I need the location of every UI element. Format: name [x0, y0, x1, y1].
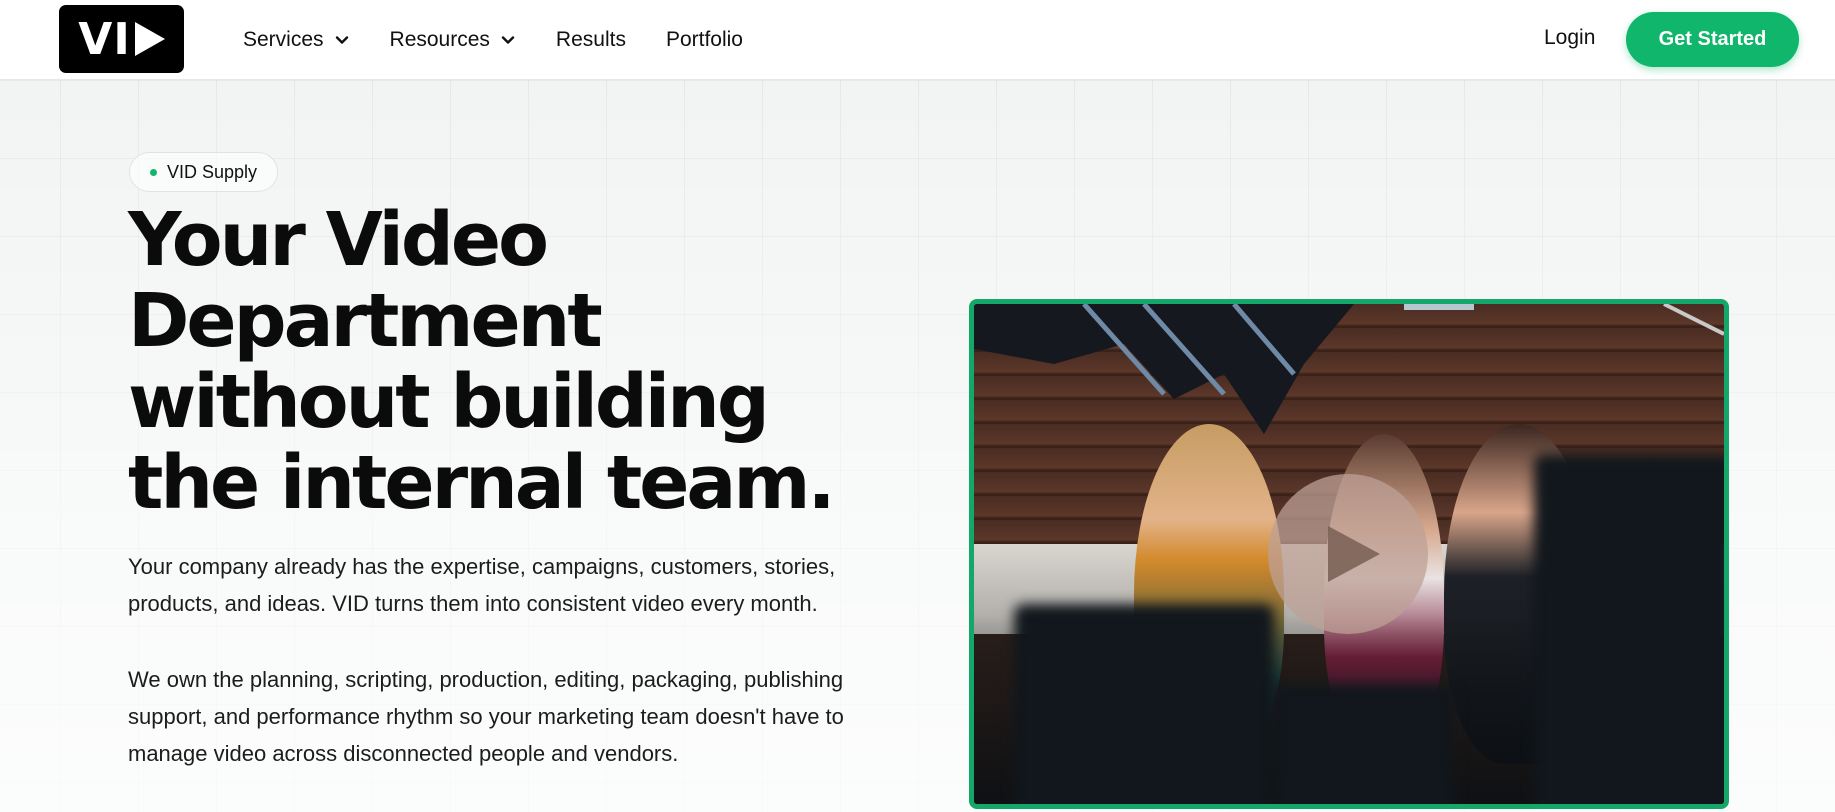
nav-item-label: Services — [243, 28, 324, 51]
camera-blur-left — [1014, 604, 1274, 804]
play-button[interactable] — [1268, 474, 1428, 634]
nav-item-services[interactable]: Services — [243, 28, 350, 52]
hero-paragraph-1: Your company already has the expertise, … — [128, 554, 836, 616]
badge-label: VID Supply — [167, 161, 258, 182]
hero-paragraph-2: We own the planning, scripting, producti… — [128, 667, 844, 766]
get-started-button[interactable]: Get Started — [1626, 12, 1799, 67]
camera-blur-center — [1274, 684, 1454, 804]
site-header: VI Services Resources Results Portfolio … — [0, 0, 1835, 80]
nav-item-label: Portfolio — [665, 28, 743, 51]
login-link[interactable]: Login — [1544, 26, 1595, 50]
hero-video[interactable] — [969, 299, 1729, 809]
chevron-down-icon — [335, 36, 348, 44]
nav-item-label: Results — [555, 28, 626, 51]
acoustic-panels — [974, 304, 1724, 434]
hero-headline: Your Video Department without building t… — [128, 197, 836, 526]
play-icon — [1328, 526, 1380, 582]
nav-item-results[interactable]: Results — [556, 28, 626, 52]
chevron-down-icon — [501, 36, 515, 44]
status-dot-icon — [150, 168, 157, 176]
nav-item-portfolio[interactable]: Portfolio — [666, 28, 743, 52]
logo[interactable]: VI — [59, 5, 184, 73]
vid-supply-badge: VID Supply — [129, 152, 279, 192]
logo-text: VI — [78, 13, 131, 65]
nav-item-label: Resources — [389, 28, 490, 51]
camera-blur-right — [1534, 454, 1724, 804]
logo-play-icon — [134, 22, 165, 56]
nav-item-resources[interactable]: Resources — [390, 28, 516, 52]
main-nav: Services Resources Results Portfolio — [243, 0, 783, 80]
